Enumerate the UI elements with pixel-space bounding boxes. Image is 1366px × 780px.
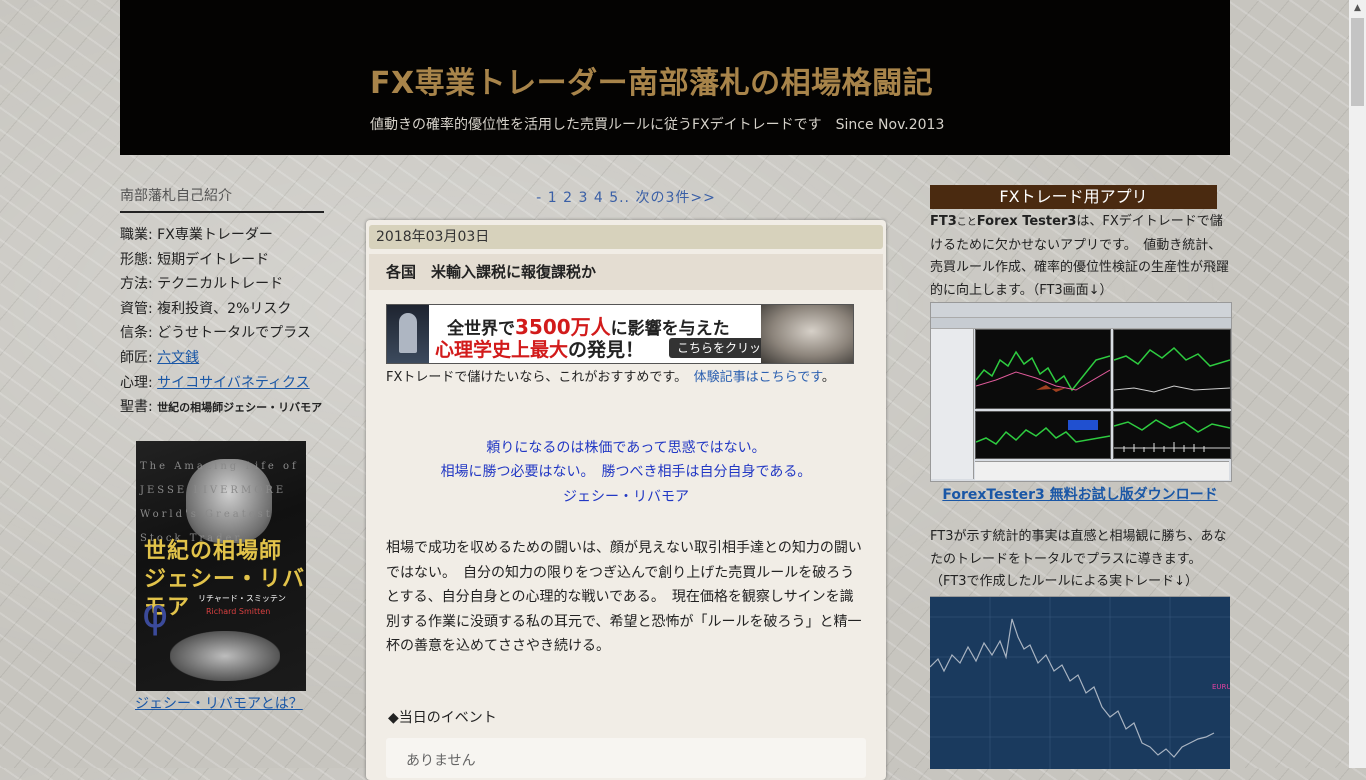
vertical-scrollbar[interactable]: ▲ (1349, 0, 1366, 768)
pager-page-5[interactable]: 5.. (609, 190, 630, 206)
ft3-screenshot-image[interactable] (930, 302, 1232, 482)
book-author-en: Richard Smitten (206, 607, 271, 616)
profile-psychology: 心理: サイコサイバネティクス (120, 374, 310, 391)
profile-value: どうせトータルでプラス (157, 325, 311, 342)
ft3-download-link[interactable]: ForexTester3 無料お試し版ダウンロード (930, 484, 1230, 504)
profile-value: FX専業トレーダー (157, 227, 273, 243)
events-box: ありません (386, 738, 866, 778)
profile-list: 職業: FX専業トレーダー 形態: 短期デイトレード 方法: テクニカルトレード… (120, 223, 324, 420)
phi-logo-icon: φ (142, 591, 169, 637)
profile-method: 方法: テクニカルトレード (120, 276, 284, 293)
ft3-chart-pane (975, 411, 1111, 459)
post-title[interactable]: 各国 米輸入課税に報復課税か (369, 254, 883, 290)
profile-value: 短期デイトレード (157, 251, 270, 268)
book-link[interactable]: ジェシー・リバモアとは？ (135, 693, 303, 713)
events-value: ありません (406, 753, 476, 769)
profile-money-management: 資管: 複利投資、2%リスク (120, 300, 292, 317)
ft3-chart-pane (1113, 329, 1231, 409)
profile-style: 形態: 短期デイトレード (120, 251, 270, 268)
banner-subline: 心理学史上最大の発見！ (435, 339, 645, 361)
profile-value: テクニカルトレード (157, 276, 284, 293)
profile-occupation: 職業: FX専業トレーダー (120, 227, 273, 243)
pagination: - 1 2 3 4 5.. 次の3件>> (366, 187, 886, 207)
quote-line-1: 頼りになるのは株価であって思惑ではない。 (486, 440, 766, 456)
ft3-status-panel (975, 461, 1229, 480)
profile-value: 複利投資、2%リスク (157, 300, 292, 317)
post-date: 2018年03月03日 (369, 225, 883, 249)
ft3-stats-text: FT3が示す統計的事実は直感と相場観に勝ち、あなたのトレードをトータルでプラスに… (930, 529, 1227, 589)
psychology-link[interactable]: サイコサイバネティクス (157, 375, 309, 391)
pager-page-2[interactable]: 2 (563, 190, 573, 206)
pager-page-4[interactable]: 4 (594, 190, 604, 206)
profile-bible: 聖書: 世紀の相場師ジェシー・リバモア (120, 399, 323, 416)
ft3-chart-pane (1113, 411, 1231, 459)
site-header: FX専業トレーダー南部藩札の相場格闘記 値動きの確率的優位性を活用した売買ルール… (120, 0, 1230, 155)
mentor-link[interactable]: 六文銭 (157, 350, 199, 366)
pager-page-1[interactable]: 1 (548, 190, 558, 206)
book-author: リチャード・スミッテン (198, 594, 286, 603)
profile-heading: 南部藩札自己紹介 (120, 185, 324, 213)
events-heading: ◆当日のイベント (388, 710, 497, 726)
ft3-chart-pane (975, 329, 1111, 409)
svg-text:EURU: EURU (1212, 683, 1230, 691)
blog-post: 2018年03月03日 各国 米輸入課税に報復課税か 全世界で3500万人に影響… (366, 220, 886, 780)
profile-mentor: 師匠: 六文銭 (120, 349, 200, 366)
site-title[interactable]: FX専業トレーダー南部藩札の相場格闘記 (370, 58, 933, 102)
right-sidebar: FXトレード用アプリ FT3ことForex Tester3は、FXデイトレードで… (930, 185, 1232, 769)
ad-text: FXトレードで儲けたいなら、これがおすすめです。 体験記事はこちらです。 (386, 370, 835, 385)
pager-next[interactable]: 次の3件>> (635, 190, 715, 206)
post-paragraph: 相場で成功を収めるための闘いは、顔が見えない取引相手達との知力の闘いではない。 … (386, 540, 862, 654)
scroll-up-arrow-icon[interactable]: ▲ (1349, 0, 1366, 17)
pager-prefix: - (536, 190, 543, 206)
ft3-toolbar (931, 303, 1231, 318)
app-section-title: FXトレード用アプリ (930, 185, 1217, 209)
quote-author: ジェシー・リバモア (563, 489, 689, 505)
pager-page-3[interactable]: 3 (578, 190, 588, 206)
quote-line-2: 相場に勝つ必要はない。 勝つべき相手は自分自身である。 (440, 464, 812, 480)
profile-value: 世紀の相場師ジェシー・リバモア (157, 401, 323, 415)
banner-portrait-image (761, 305, 853, 363)
banner-figure-image (387, 305, 429, 363)
hands-image (170, 631, 280, 681)
real-trade-chart-image[interactable]: EURU (930, 596, 1230, 769)
book-cover-image[interactable]: The Amazing Life of JESSE LIVERMORE Worl… (136, 441, 306, 691)
app-intro-text: FT3ことForex Tester3は、FXデイトレードで儲けるために欠かせない… (930, 214, 1230, 298)
site-description: 値動きの確率的優位性を活用した売買ルールに従うFXデイトレードです Since … (370, 117, 945, 133)
ad-banner[interactable]: 全世界で3500万人に影響を与えた 心理学史上最大の発見！ こちらをクリック (386, 304, 854, 364)
experience-article-link[interactable]: 体験記事はこちらです (694, 370, 822, 385)
scrollbar-thumb[interactable] (1351, 18, 1364, 106)
profile-belief: 信条: どうせトータルでプラス (120, 325, 311, 342)
left-sidebar: 南部藩札自己紹介 職業: FX専業トレーダー 形態: 短期デイトレード 方法: … (120, 185, 324, 712)
ft3-side-panel (931, 329, 974, 479)
